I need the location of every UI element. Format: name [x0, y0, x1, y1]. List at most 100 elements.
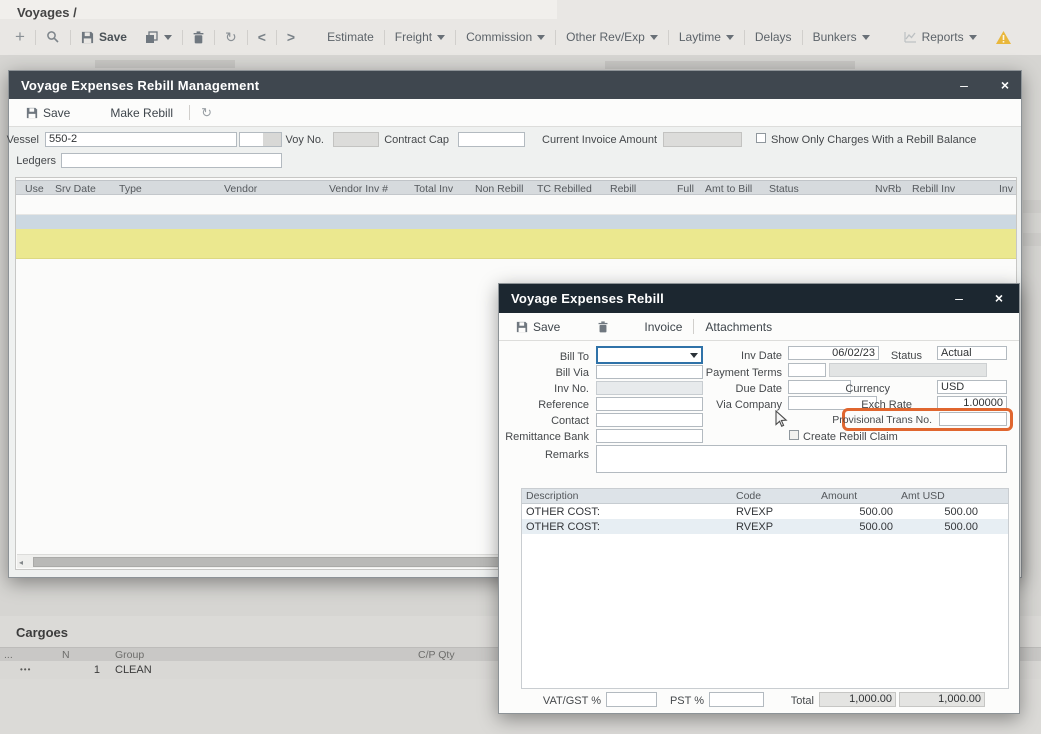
- main-toolbar: + Save ↻ < > Estim: [6, 24, 1021, 50]
- delete-button[interactable]: [588, 321, 618, 333]
- payment-terms-desc-field[interactable]: [829, 363, 987, 377]
- contract-cap-field[interactable]: [458, 132, 525, 147]
- cargoes-col-n: N: [62, 649, 70, 661]
- bill-via-label: Bill Via: [556, 367, 589, 379]
- due-date-label: Due Date: [736, 383, 782, 395]
- line-item-row[interactable]: OTHER COST: RVEXP 500.00 500.00: [522, 504, 1008, 519]
- bunkers-menu[interactable]: Bunkers: [804, 26, 879, 48]
- other-revexp-menu[interactable]: Other Rev/Exp: [557, 26, 667, 48]
- laytime-label: Laytime: [679, 30, 721, 44]
- laytime-menu[interactable]: Laytime: [670, 26, 743, 48]
- save-icon: [81, 31, 94, 44]
- toolbar-divider: [276, 30, 277, 45]
- reference-field[interactable]: [596, 397, 703, 411]
- line-item-row[interactable]: OTHER COST: RVEXP 500.00 500.00: [522, 519, 1008, 534]
- vat-gst-field[interactable]: [606, 692, 657, 707]
- commission-label: Commission: [466, 30, 532, 44]
- ledgers-field[interactable]: [61, 153, 282, 168]
- estimate-button[interactable]: Estimate: [318, 26, 383, 48]
- vessel-field[interactable]: 550-2: [45, 132, 237, 147]
- pst-field[interactable]: [709, 692, 764, 707]
- toolbar-divider: [214, 30, 215, 45]
- toolbar-divider: [555, 30, 556, 45]
- bill-via-field[interactable]: [596, 365, 703, 379]
- refresh-button[interactable]: ↻: [191, 105, 222, 121]
- reports-menu[interactable]: Reports: [895, 26, 986, 48]
- delete-button[interactable]: [184, 26, 213, 48]
- chevron-down-icon: [650, 35, 658, 40]
- vessel-label: Vessel: [7, 134, 39, 146]
- charge-row-selected[interactable]: [16, 215, 1016, 229]
- toolbar-divider: [802, 30, 803, 45]
- previous-button[interactable]: <: [249, 26, 275, 48]
- close-button[interactable]: ×: [989, 284, 1009, 313]
- toolbar-divider: [668, 30, 669, 45]
- voy-no-label: Voy No.: [285, 134, 324, 146]
- scrollbar-left-arrow[interactable]: ◂: [19, 558, 23, 567]
- total-amount-field: 1,000.00: [819, 692, 896, 707]
- invoice-tab[interactable]: Invoice: [634, 320, 692, 334]
- contact-field[interactable]: [596, 413, 703, 427]
- freight-menu[interactable]: Freight: [386, 26, 454, 48]
- show-only-checkbox[interactable]: [756, 133, 766, 143]
- payment-terms-code-field[interactable]: [788, 363, 826, 377]
- make-rebill-button[interactable]: Make Rebill: [100, 106, 183, 120]
- delays-button[interactable]: Delays: [746, 26, 801, 48]
- charge-row-highlighted[interactable]: [16, 229, 1016, 259]
- search-button[interactable]: [37, 26, 69, 48]
- reference-label: Reference: [538, 399, 589, 411]
- provisional-trans-no-field[interactable]: [939, 412, 1007, 426]
- add-button[interactable]: +: [6, 26, 34, 48]
- save-button[interactable]: Save: [72, 26, 136, 48]
- status-field[interactable]: Actual: [937, 346, 1007, 360]
- col-srv-date: Srv Date: [55, 183, 96, 195]
- row-menu-button[interactable]: •••: [20, 665, 31, 674]
- save-button[interactable]: Save: [9, 106, 80, 120]
- contract-cap-label: Contract Cap: [384, 134, 449, 146]
- plus-icon: +: [15, 29, 25, 45]
- background-fragment: [605, 61, 855, 69]
- voyages-app: Voyages / + Save ↻ <: [0, 0, 1041, 734]
- cargo-group-value: CLEAN: [115, 664, 152, 676]
- inv-date-label: Inv Date: [741, 350, 782, 362]
- toolbar-divider: [455, 30, 456, 45]
- save-label: Save: [99, 30, 127, 44]
- management-dialog-toolbar: Save Make Rebill ↻: [9, 99, 1021, 127]
- close-button[interactable]: ×: [995, 71, 1015, 99]
- background-fragment: [1023, 200, 1041, 213]
- vat-gst-label: VAT/GST %: [543, 695, 601, 707]
- col-total-inv: Total Inv: [414, 183, 453, 195]
- charge-row[interactable]: [16, 196, 1016, 215]
- management-dialog-titlebar[interactable]: Voyage Expenses Rebill Management: [9, 71, 1021, 99]
- col-code: Code: [732, 489, 817, 503]
- minimize-button[interactable]: –: [954, 71, 974, 99]
- attachments-tab[interactable]: Attachments: [695, 320, 782, 334]
- due-date-field[interactable]: [788, 380, 851, 394]
- rebill-dialog-titlebar[interactable]: Voyage Expenses Rebill: [499, 284, 1019, 313]
- copy-button[interactable]: [136, 26, 181, 48]
- remittance-bank-field[interactable]: [596, 429, 703, 443]
- bill-to-combobox[interactable]: [596, 346, 703, 364]
- reports-label: Reports: [922, 30, 964, 44]
- col-nvrb: NvRb: [875, 183, 901, 195]
- commission-menu[interactable]: Commission: [457, 26, 554, 48]
- chevron-down-icon: [437, 35, 445, 40]
- amount-cell: 500.00: [817, 506, 897, 518]
- toolbar-divider: [70, 30, 71, 45]
- bill-to-label: Bill To: [560, 351, 589, 363]
- voy-no-field[interactable]: [333, 132, 379, 147]
- current-invoice-amount-field[interactable]: [663, 132, 742, 147]
- warning-indicator[interactable]: [986, 26, 1021, 48]
- create-rebill-claim-checkbox[interactable]: [789, 430, 799, 440]
- currency-field[interactable]: USD: [937, 380, 1007, 394]
- refresh-button[interactable]: ↻: [216, 26, 246, 48]
- save-label: Save: [43, 106, 70, 120]
- remarks-textarea[interactable]: [596, 445, 1007, 473]
- next-button[interactable]: >: [278, 26, 304, 48]
- save-button[interactable]: Save: [499, 320, 570, 334]
- minimize-button[interactable]: –: [949, 284, 969, 313]
- trash-icon: [598, 321, 608, 333]
- inv-date-field[interactable]: 06/02/23: [788, 346, 879, 360]
- inv-no-field[interactable]: [596, 381, 703, 395]
- vessel-code-field[interactable]: [239, 132, 282, 147]
